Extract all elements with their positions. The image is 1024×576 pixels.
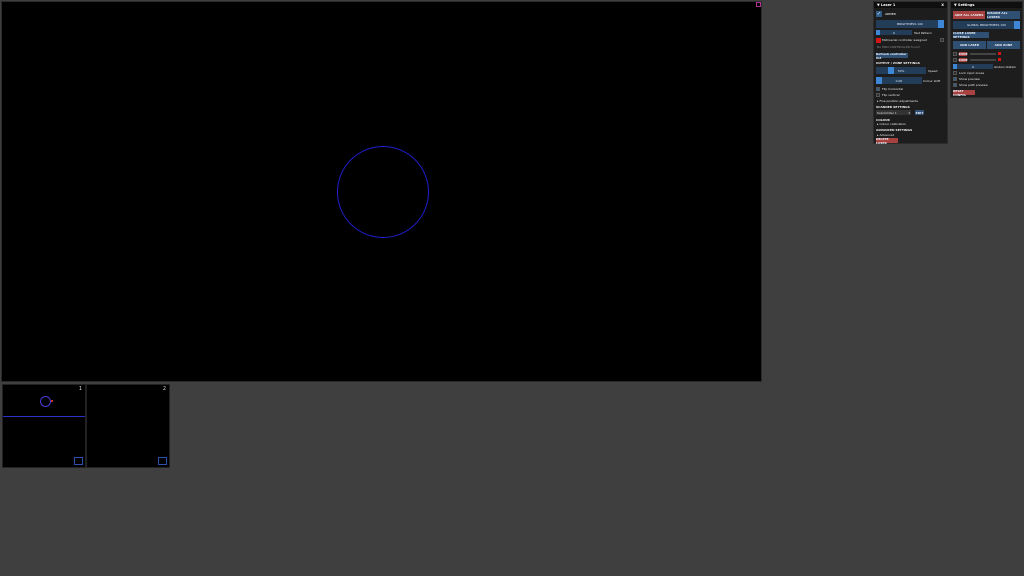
chevron-down-icon: ▾ [908, 110, 910, 115]
panel-header: ▼ Laser 1 X [874, 2, 947, 8]
global-rotation-label: Global rotation [994, 65, 1017, 69]
thumbnail-circle [40, 396, 53, 407]
disarm-all-button[interactable]: DISARM ALL LASERS [987, 11, 1020, 19]
test-pattern-value: 0 [893, 30, 895, 35]
lock-inputs-checkbox[interactable] [953, 71, 957, 75]
canvas-corner-handle[interactable] [756, 2, 761, 7]
close-icon[interactable]: X [941, 3, 944, 7]
scanner-value: Scanlimiter 1 [877, 110, 897, 115]
slider-knob[interactable] [888, 67, 894, 74]
laser-preview-canvas[interactable] [1, 1, 762, 382]
reset-config-button[interactable]: RESET CONFIG [953, 89, 975, 97]
slider-knob[interactable] [938, 20, 944, 28]
refresh-controller-button[interactable]: Refresh controller list [876, 52, 908, 60]
scanner-select[interactable]: Scanlimiter 1 ▾ [876, 110, 911, 115]
zone-a-checkbox[interactable] [953, 52, 957, 56]
test-pattern-label: Test Pattern [914, 31, 932, 35]
brightness-slider[interactable]: BRIGHTNESS 100 [876, 20, 944, 28]
laser-circle-shape [337, 146, 429, 238]
zone-a-range[interactable] [970, 53, 996, 55]
zone-b-checkbox[interactable] [953, 58, 957, 62]
global-rotation-slider[interactable]: 0 [953, 64, 993, 69]
thumbnail-number: 2 [162, 386, 166, 392]
show-preview-label: Show preview [959, 77, 980, 81]
flip-horizontal-label: Flip horizontal [882, 87, 904, 91]
panel-header: ▼ Settings [951, 2, 1022, 8]
delete-laser-button[interactable]: DELETE LASER [876, 137, 898, 145]
thumbnail-number: 1 [78, 386, 82, 392]
fine-adjust-label: Fine position adjustments [879, 99, 918, 103]
thumbnail-zone-line [3, 416, 85, 417]
zone-a-status [998, 52, 1001, 55]
add-zone-button[interactable]: ADD ZONE [987, 41, 1020, 49]
flip-horizontal-checkbox[interactable] [876, 87, 880, 91]
advanced-section-title: ADVANCED SETTINGS [876, 128, 913, 132]
show-preview-checkbox[interactable] [953, 77, 957, 81]
armed-toggle[interactable]: ✓ ARMED [876, 11, 896, 17]
armed-label: ARMED [885, 12, 896, 16]
colour-shift-slider[interactable]: 0.00 [876, 77, 922, 84]
laser-thumbnail-2[interactable]: 2 [86, 384, 170, 468]
zone-b-status [998, 58, 1001, 61]
global-brightness-slider[interactable]: GLOBAL BRIGHTNESS 100 [953, 21, 1020, 29]
panel-title: Laser 1 [880, 3, 896, 7]
laser-thumbnail-1[interactable]: 1 [2, 384, 86, 468]
brightness-label: BRIGHTNESS 100 [896, 22, 924, 26]
show-path-checkbox[interactable] [953, 83, 957, 87]
slider-knob[interactable] [953, 64, 957, 69]
checkmark-icon: ✓ [876, 11, 882, 17]
colour-calibration-label: Colour calibration [879, 122, 907, 126]
global-settings-panel: ▼ Settings ARM ALL LASERS DISARM ALL LAS… [950, 1, 1023, 98]
edit-scanner-button[interactable]: EDIT [915, 110, 924, 115]
midi-label: Midi/serial controller assigned [882, 38, 927, 42]
lock-inputs-label: Lock input zones [959, 71, 985, 75]
slider-knob[interactable] [876, 30, 880, 35]
colour-calibration-toggle[interactable]: ▸ Colour calibration [877, 122, 906, 126]
zone-a-button[interactable]: ZONE [958, 52, 968, 56]
output-section-title: OUTPUT / ZONE SETTINGS [876, 61, 920, 65]
zone-b-button[interactable]: ZONE [958, 58, 968, 62]
thumbnail-zone-icon[interactable] [74, 457, 83, 465]
global-rotation-value: 0 [972, 64, 974, 69]
thumbnail-zone-icon[interactable] [158, 457, 167, 465]
colour-shift-value: 0.00 [895, 78, 903, 83]
flip-vertical-checkbox[interactable] [876, 93, 880, 97]
speed-value: 30% [897, 68, 905, 73]
arm-all-button[interactable]: ARM ALL LASERS [953, 11, 985, 19]
fine-adjust-toggle[interactable]: ▸ Fine position adjustments [877, 99, 918, 103]
panel-title: Settings [957, 3, 975, 7]
speed-label: Speed [928, 69, 938, 73]
scanner-section-title: SCANNER SETTINGS [876, 105, 910, 109]
midi-hint: No MIDI CONTROLLER found [877, 45, 920, 49]
midi-status-indicator [876, 38, 881, 43]
global-brightness-label: GLOBAL BRIGHTNESS 100 [966, 23, 1007, 27]
flip-vertical-label: Flip vertical [882, 93, 900, 97]
midi-checkbox[interactable] [940, 38, 944, 42]
show-path-label: Show path preview [959, 83, 988, 87]
laser-settings-panel: ▼ Laser 1 X ✓ ARMED BRIGHTNESS 100 0 Tes… [873, 1, 948, 145]
colour-shift-label: Colour shift [923, 79, 941, 83]
add-laser-button[interactable]: ADD LASER [953, 41, 986, 49]
slider-knob[interactable] [876, 77, 882, 84]
slider-knob[interactable] [1014, 21, 1020, 29]
test-pattern-select[interactable]: 0 [876, 30, 912, 35]
zone-b-range[interactable] [970, 59, 996, 61]
speed-slider[interactable]: 30% [876, 67, 926, 74]
close-laser-settings-button[interactable]: CLOSE LASER SETTINGS [953, 31, 989, 39]
